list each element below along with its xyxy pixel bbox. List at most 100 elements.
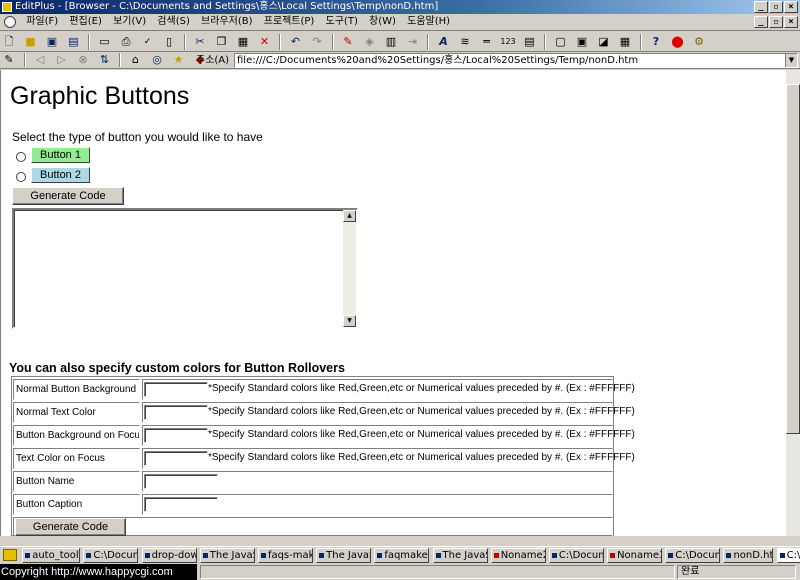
menu-file[interactable]: 파일(F) xyxy=(22,14,62,30)
doc-tab[interactable]: C:\Documents xyxy=(548,548,604,563)
doc-tab[interactable]: faqmaker. xyxy=(374,548,430,563)
line-number-icon[interactable]: 123 xyxy=(500,34,516,50)
button-name-input[interactable] xyxy=(144,474,218,489)
button1-radio[interactable] xyxy=(16,152,26,162)
spell-check-icon[interactable]: ✓ xyxy=(140,34,156,50)
cliptext-icon[interactable]: ▤ xyxy=(522,34,538,50)
doc-tab[interactable]: C:\Documents xyxy=(83,548,139,563)
doc-tab[interactable]: drop-down xyxy=(141,548,197,563)
tools-icon[interactable]: ⚙ xyxy=(691,34,707,50)
folder-icon[interactable] xyxy=(3,549,17,561)
help-icon[interactable]: ? xyxy=(648,34,664,50)
font-icon[interactable]: A xyxy=(436,34,452,50)
new-file-icon[interactable]: 🗋 xyxy=(1,34,17,50)
cut-icon[interactable]: ✂ xyxy=(192,34,208,50)
fullscreen-icon[interactable]: ▦ xyxy=(617,34,633,50)
doc-tab[interactable]: nonD.htm xyxy=(723,548,774,563)
replace-icon[interactable]: ▥ xyxy=(383,34,399,50)
doc-restore-button[interactable]: ▫ xyxy=(769,16,783,28)
generate-code-button-2[interactable]: Generate Code xyxy=(15,518,126,536)
search-web-icon[interactable]: ◎ xyxy=(149,53,165,67)
address-value: file:///C:/Documents%20and%20Settings/홍스… xyxy=(237,55,639,66)
generate-code-button[interactable]: Generate Code xyxy=(12,187,124,205)
window-icon[interactable]: ▢ xyxy=(553,34,569,50)
wordwrap-icon[interactable]: ≋ xyxy=(457,34,473,50)
button-caption-input[interactable] xyxy=(144,497,218,512)
save-all-icon[interactable]: ▤ xyxy=(66,34,82,50)
delete-icon[interactable]: ✕ xyxy=(257,34,273,50)
stop-icon[interactable]: ⊗ xyxy=(75,53,91,67)
menu-project[interactable]: 프로젝트(P) xyxy=(260,14,319,30)
toolbar-separator xyxy=(427,34,429,50)
code-output-textarea[interactable]: ▲ ▼ xyxy=(12,208,358,329)
redo-icon[interactable]: ↷ xyxy=(309,34,325,50)
doc-tab-active[interactable]: C:\Documents xyxy=(776,548,800,563)
open-folder-icon[interactable]: ■ xyxy=(23,34,39,50)
focus-bg-input[interactable] xyxy=(144,428,208,443)
menu-search[interactable]: 검색(S) xyxy=(153,14,194,30)
menu-help[interactable]: 도움말(H) xyxy=(403,14,454,30)
menu-tools[interactable]: 도구(T) xyxy=(322,14,362,30)
toolbar-separator xyxy=(331,34,334,50)
html-file-icon xyxy=(551,552,557,558)
menu-window[interactable]: 창(W) xyxy=(365,14,400,30)
cascade-icon[interactable]: ◪ xyxy=(596,34,612,50)
normal-text-color-input[interactable] xyxy=(144,405,208,420)
doc-tab[interactable]: The JavaScript xyxy=(432,548,488,563)
rollover-heading: You can also specify custom colors for B… xyxy=(9,361,345,375)
button2-radio[interactable] xyxy=(16,172,26,182)
menu-view[interactable]: 보기(V) xyxy=(109,14,150,30)
close-button[interactable]: × xyxy=(784,1,798,13)
tile-icon[interactable]: ▣ xyxy=(574,34,590,50)
doc-tab[interactable]: C:\Documents xyxy=(665,548,721,563)
toolbar-separator xyxy=(119,53,121,67)
normal-bg-input[interactable] xyxy=(144,382,208,397)
minimize-button[interactable]: _ xyxy=(754,1,768,13)
paste-icon[interactable]: ▦ xyxy=(235,34,251,50)
scrollbar-thumb[interactable] xyxy=(786,84,800,434)
doc-close-button[interactable]: × xyxy=(784,16,798,28)
favorites-icon[interactable]: ★ xyxy=(171,53,187,67)
window-titlebar[interactable]: EditPlus - [Browser - C:\Documents and S… xyxy=(0,0,800,14)
edit-pencil-icon[interactable]: ✎ xyxy=(1,53,17,67)
print-icon[interactable]: ⎙ xyxy=(118,34,134,50)
copy-icon[interactable]: ❐ xyxy=(214,34,230,50)
doc-tab[interactable]: faqs-maker xyxy=(257,548,313,563)
find-icon[interactable]: ✎ xyxy=(340,34,356,50)
goto-icon[interactable]: ⇥ xyxy=(405,34,421,50)
close-red-icon[interactable]: ⬤ xyxy=(670,34,686,50)
restore-button[interactable]: ▫ xyxy=(769,1,783,13)
find-next-icon[interactable]: ◈ xyxy=(362,34,378,50)
home-icon[interactable]: ⌂ xyxy=(128,53,144,67)
doc-tab[interactable]: The JavaScript xyxy=(316,548,372,563)
button1-sample[interactable]: Button 1 xyxy=(31,147,90,163)
chevron-down-icon[interactable]: ▼ xyxy=(785,54,797,67)
table-row: Button Name xyxy=(13,471,613,492)
refresh-icon[interactable]: ⇅ xyxy=(97,53,113,67)
forward-icon[interactable]: ▷ xyxy=(54,53,70,67)
undo-icon[interactable]: ↶ xyxy=(288,34,304,50)
doc-tab[interactable]: auto_tooltip xyxy=(22,548,81,563)
textarea-scrollbar[interactable]: ▲ ▼ xyxy=(343,210,356,327)
doc-tab[interactable]: Noname2 xyxy=(490,548,546,563)
page-vertical-scrollbar[interactable] xyxy=(786,70,800,536)
menu-edit[interactable]: 편집(E) xyxy=(65,14,106,30)
scroll-up-icon[interactable]: ▲ xyxy=(343,210,356,222)
menu-browser[interactable]: 브라우저(B) xyxy=(197,14,256,30)
doc-tab-label: faqmaker. xyxy=(384,550,430,561)
ruler-icon[interactable]: ═ xyxy=(479,34,495,50)
address-input[interactable]: file:///C:/Documents%20and%20Settings/홍스… xyxy=(234,53,798,68)
print-preview-icon[interactable]: ▭ xyxy=(97,34,113,50)
scroll-down-icon[interactable]: ▼ xyxy=(343,315,356,327)
doc-tab[interactable]: The JavaScript xyxy=(199,548,255,563)
editplus-app-icon xyxy=(2,2,12,12)
menu-bar: 파일(F) 편집(E) 보기(V) 검색(S) 브라우저(B) 프로젝트(P) … xyxy=(0,14,800,31)
button2-sample[interactable]: Button 2 xyxy=(31,167,90,183)
back-icon[interactable]: ◁ xyxy=(32,53,48,67)
document-icon[interactable] xyxy=(4,16,16,28)
save-icon[interactable]: ▣ xyxy=(44,34,60,50)
doc-minimize-button[interactable]: _ xyxy=(754,16,768,28)
doc-tab[interactable]: Noname3 xyxy=(607,548,663,563)
page-icon[interactable]: ▯ xyxy=(161,34,177,50)
focus-text-color-input[interactable] xyxy=(144,451,208,466)
